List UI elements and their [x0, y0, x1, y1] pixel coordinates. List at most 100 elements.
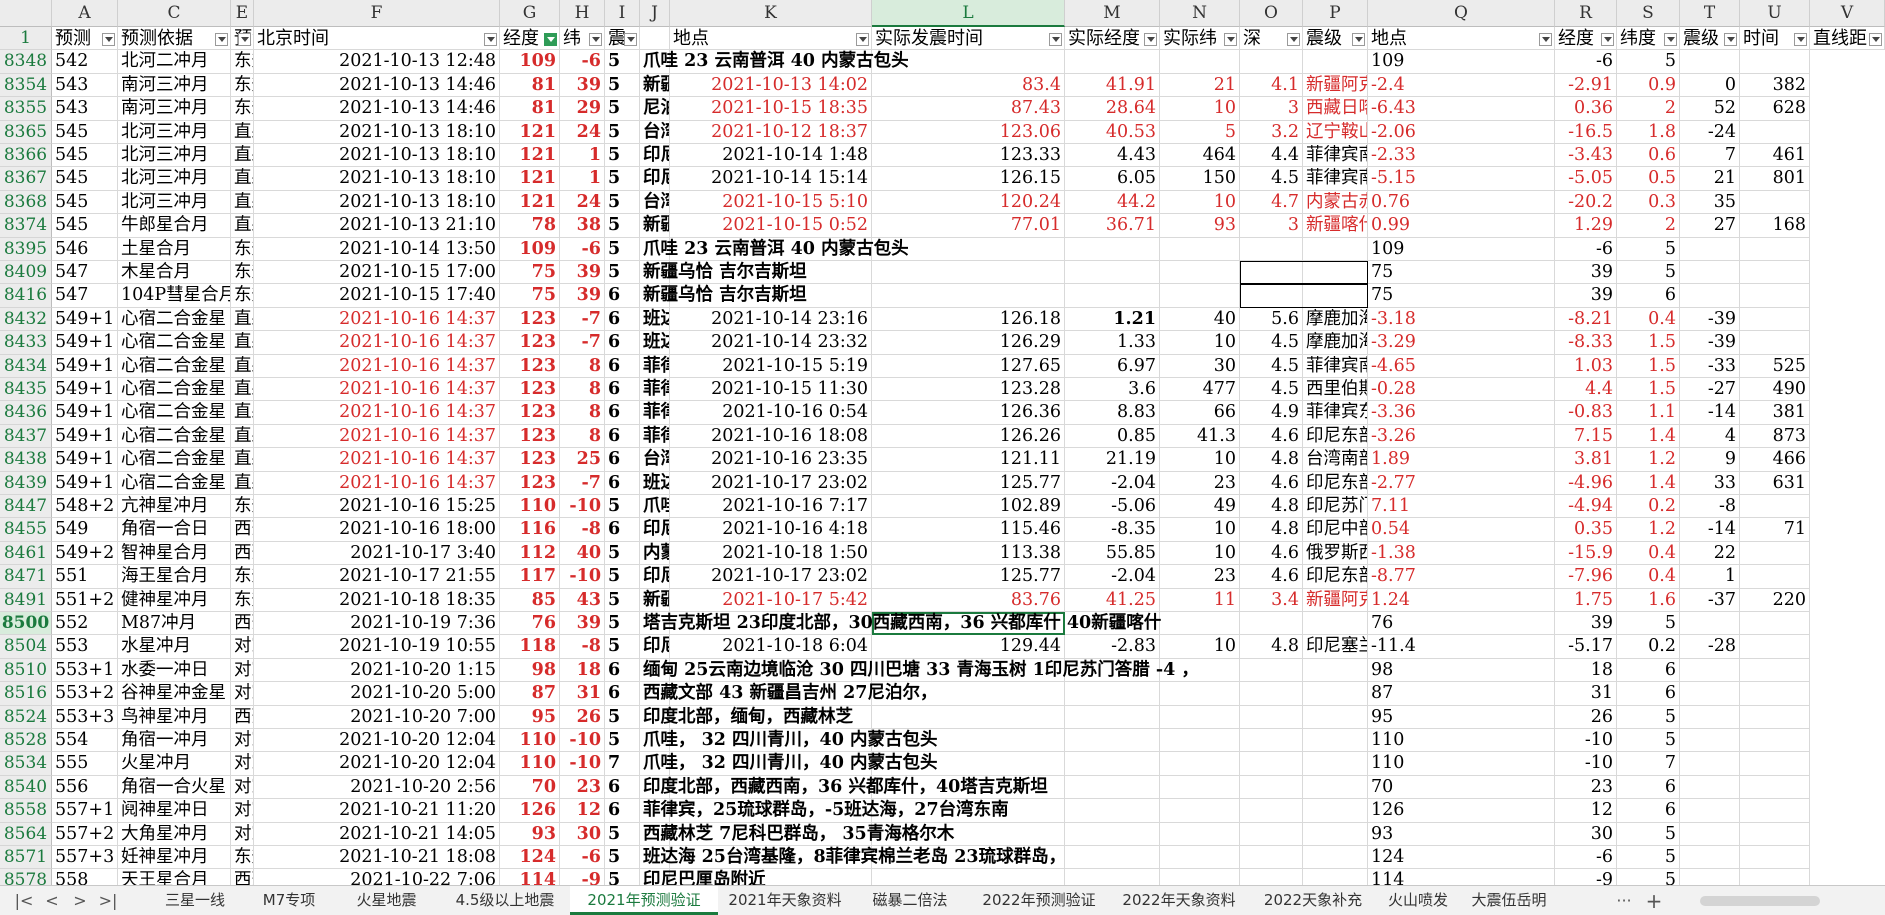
cell[interactable]: 5 [605, 190, 640, 215]
cell[interactable]: 4.8 [1240, 448, 1303, 472]
cell[interactable]: 98 [1368, 658, 1555, 683]
cell[interactable]: 10 [1160, 635, 1240, 659]
cell[interactable]: 2021-10-13 18:10 [254, 190, 500, 215]
cell[interactable]: 2021-10-15 5:19 [670, 354, 872, 378]
cell[interactable]: 801 [1740, 167, 1810, 191]
cell[interactable]: -39 [1680, 307, 1740, 332]
cell[interactable]: 班达海 25台湾基隆 8菲 [640, 471, 670, 495]
cell[interactable]: 109 [1368, 237, 1555, 261]
cell[interactable]: 7 [1617, 752, 1680, 776]
cell[interactable]: 1.6 [1617, 588, 1680, 612]
cell[interactable]: -8.33 [1555, 331, 1617, 355]
cell[interactable]: 心宿二合金星 [118, 424, 231, 449]
cell[interactable]: -27 [1680, 378, 1740, 402]
cell[interactable] [1303, 612, 1368, 636]
cell[interactable]: 21 [1160, 73, 1240, 98]
cell[interactable]: -2.04 [1065, 565, 1160, 589]
cell[interactable]: -2.06 [1368, 120, 1555, 144]
cell[interactable]: 0.99 [1368, 214, 1555, 238]
cell[interactable]: 4.5 [1240, 331, 1303, 355]
cell[interactable]: 123.33 [872, 144, 1065, 168]
cell[interactable]: 水星冲月 [118, 635, 231, 659]
cell[interactable]: 2021-10-16 14:37 [254, 378, 500, 402]
column-header-l[interactable]: L [872, 0, 1065, 27]
cell[interactable]: 西藏林芝 7尼科巴群岛， 35青海格尔木 [640, 822, 954, 846]
cell[interactable]: 5 [1617, 705, 1680, 729]
cell[interactable]: 台湾花莲 19菲律宾吕 [640, 190, 670, 215]
cell[interactable] [1740, 822, 1810, 846]
cell[interactable] [1065, 682, 1160, 706]
cell[interactable]: 121.11 [872, 448, 1065, 472]
cell[interactable]: 5 [605, 495, 640, 519]
cell[interactable]: 75 [1368, 261, 1555, 285]
cell[interactable]: 124 [1368, 846, 1555, 870]
cell[interactable] [1240, 682, 1303, 706]
cell[interactable] [1303, 846, 1368, 870]
cell[interactable]: 2021-10-18 1:50 [670, 541, 872, 566]
cell[interactable] [1160, 846, 1240, 870]
column-header-s[interactable]: S [1617, 0, 1680, 27]
next-sheet-button[interactable]: > [68, 889, 92, 913]
cell[interactable]: 0.5 [1617, 167, 1680, 191]
cell[interactable]: 1.03 [1555, 354, 1617, 378]
cell[interactable] [1740, 495, 1810, 519]
cell[interactable]: 东升线 [231, 495, 254, 519]
row-header[interactable]: 8558 [0, 799, 52, 823]
cell[interactable]: 6 [1617, 799, 1680, 823]
cell[interactable]: 5 [605, 144, 640, 168]
cell[interactable]: -7 [560, 307, 605, 332]
cell[interactable] [1680, 869, 1740, 885]
cell[interactable] [1065, 752, 1160, 776]
cell[interactable]: 18 [1555, 658, 1617, 683]
cell[interactable]: 121 [500, 120, 560, 144]
cell[interactable] [1680, 612, 1740, 636]
cell[interactable]: 2021-10-15 18:35 [670, 97, 872, 121]
cell[interactable]: 126 [1368, 799, 1555, 823]
cell[interactable]: 545 [52, 190, 118, 215]
cell[interactable]: 23 [1555, 775, 1617, 800]
cell[interactable] [1240, 869, 1303, 885]
cell[interactable]: 角宿一合火星 [118, 775, 231, 800]
cell[interactable]: 70 [1368, 775, 1555, 800]
cell[interactable]: 4.9 [1240, 401, 1303, 425]
cell[interactable]: 6 [605, 331, 640, 355]
cell[interactable]: -3.26 [1368, 424, 1555, 449]
cell[interactable]: 461 [1740, 144, 1810, 168]
cell[interactable]: 直射线 [231, 424, 254, 449]
cell[interactable]: 93 [500, 822, 560, 846]
cell[interactable]: 551 [52, 565, 118, 589]
cell[interactable]: 对穿线 [231, 729, 254, 753]
cell[interactable]: 6 [1617, 682, 1680, 706]
cell[interactable]: 西里伯斯海 [1303, 378, 1368, 402]
cell[interactable]: 缅甸 25云南边境临沧 30 四川巴塘 33 青海玉树 1印尼苏门答腊 -4 ， [640, 658, 1199, 683]
cell[interactable]: 0.2 [1617, 495, 1680, 519]
cell[interactable]: 115.46 [872, 518, 1065, 542]
cell[interactable]: 78 [500, 214, 560, 238]
row-header[interactable]: 8534 [0, 752, 52, 776]
cell[interactable] [1065, 799, 1160, 823]
filter-dropdown-icon[interactable] [856, 33, 869, 46]
cell[interactable]: 76 [500, 612, 560, 636]
cell[interactable]: -5.17 [1555, 635, 1617, 659]
cell[interactable] [1065, 869, 1160, 885]
cell[interactable]: 2021-10-12 18:37 [670, 120, 872, 144]
cell[interactable]: 23 [560, 775, 605, 800]
cell[interactable]: -37 [1680, 588, 1740, 612]
cell[interactable]: 2021-10-13 18:10 [254, 144, 500, 168]
filter-dropdown-icon[interactable] [1144, 33, 1157, 46]
cell[interactable]: 东升线 [231, 50, 254, 74]
cell[interactable]: 123.06 [872, 120, 1065, 144]
cell[interactable]: 549+1 [52, 378, 118, 402]
cell[interactable]: 4.5 [1240, 378, 1303, 402]
cell[interactable]: 2021-10-15 11:30 [670, 378, 872, 402]
cell[interactable]: 阋神星冲日 [118, 799, 231, 823]
cell[interactable]: -6 [560, 846, 605, 870]
cell[interactable]: -8.35 [1065, 518, 1160, 542]
cell[interactable]: 39 [560, 284, 605, 308]
row-header[interactable]: 8436 [0, 401, 52, 425]
cell[interactable] [1160, 822, 1240, 846]
cell[interactable]: 556 [52, 775, 118, 800]
cell[interactable]: 南河三冲月 [118, 73, 231, 98]
cell[interactable]: 天王星合月 [118, 869, 231, 885]
cell[interactable] [1160, 612, 1240, 636]
